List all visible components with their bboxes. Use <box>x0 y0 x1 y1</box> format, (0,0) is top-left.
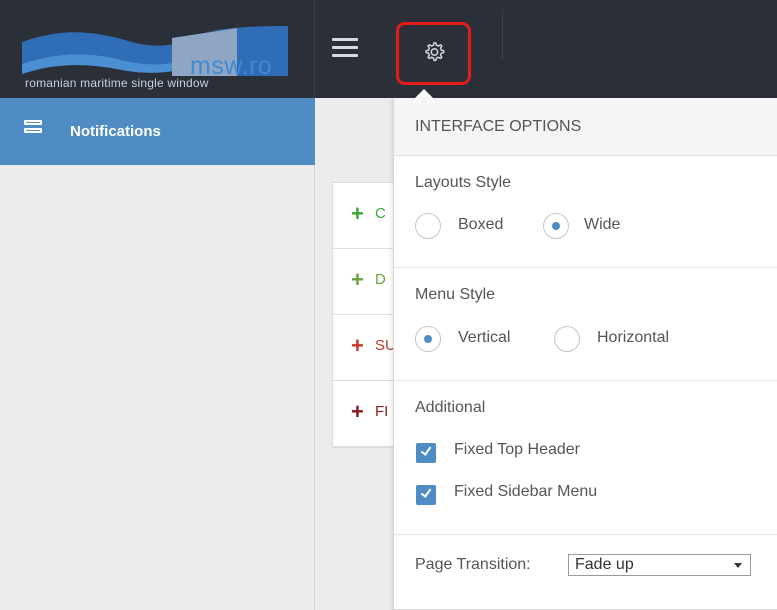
section-title: Additional <box>415 399 486 416</box>
layouts-style-section: Layouts Style Boxed Wide <box>394 156 777 268</box>
radio-label: Horizontal <box>597 329 670 346</box>
panel-header: INTERFACE OPTIONS <box>394 98 777 156</box>
radio-label: Boxed <box>458 216 504 233</box>
menu-style-section: Menu Style Vertical Horizontal <box>394 268 777 381</box>
list-item-label: FI <box>375 403 389 420</box>
hamburger-icon[interactable] <box>332 38 358 62</box>
top-header: msw.ro romanian maritime single window <box>0 0 777 98</box>
checkbox-label: Fixed Sidebar Menu <box>454 483 598 500</box>
interface-options-panel: INTERFACE OPTIONS Layouts Style Boxed Wi… <box>393 98 777 610</box>
plus-icon: + <box>351 267 364 292</box>
logo-tagline: romanian maritime single window <box>25 76 209 90</box>
radio-vertical[interactable] <box>415 326 441 352</box>
panel-title: INTERFACE OPTIONS <box>415 118 582 135</box>
list-icon <box>24 120 42 138</box>
radio-horizontal[interactable] <box>554 326 580 352</box>
checkbox-fixed-top-header[interactable] <box>416 443 436 463</box>
settings-button[interactable] <box>396 22 471 85</box>
additional-section: Additional Fixed Top Header Fixed Sideba… <box>394 381 777 535</box>
plus-icon: + <box>351 201 364 226</box>
gear-icon <box>425 42 445 62</box>
radio-boxed[interactable] <box>415 213 441 239</box>
section-title: Menu Style <box>415 286 496 303</box>
logo-area[interactable]: msw.ro romanian maritime single window <box>0 0 315 98</box>
plus-icon: + <box>351 399 364 424</box>
list-item-label: C <box>375 205 386 222</box>
page-transition-select[interactable]: Fade up <box>568 554 751 576</box>
radio-label: Vertical <box>458 329 511 346</box>
header-divider <box>502 10 503 60</box>
transition-label: Page Transition: <box>415 556 531 573</box>
checkbox-label: Fixed Top Header <box>454 441 580 458</box>
sidebar: Notifications <box>0 98 315 610</box>
select-value: Fade up <box>575 556 634 573</box>
plus-icon: + <box>351 333 364 358</box>
radio-label: Wide <box>584 216 621 233</box>
sidebar-item-notifications[interactable]: Notifications <box>0 98 315 165</box>
chevron-down-icon <box>734 563 742 568</box>
list-item-label: D <box>375 271 386 288</box>
radio-wide[interactable] <box>543 213 569 239</box>
section-title: Layouts Style <box>415 174 512 191</box>
sidebar-item-label: Notifications <box>70 123 161 140</box>
checkbox-fixed-sidebar-menu[interactable] <box>416 485 436 505</box>
